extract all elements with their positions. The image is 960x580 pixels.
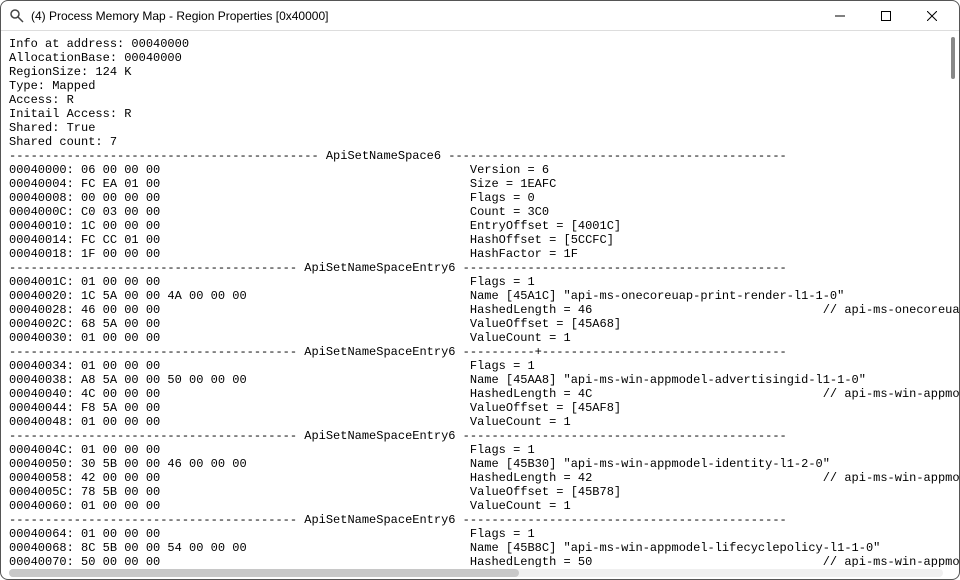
horizontal-scrollbar-thumb[interactable] — [9, 569, 519, 577]
vertical-scrollbar-thumb[interactable] — [951, 37, 955, 79]
window-title: (4) Process Memory Map - Region Properti… — [31, 9, 817, 23]
minimize-button[interactable] — [817, 2, 863, 30]
content-viewport[interactable]: Info at address: 00040000 AllocationBase… — [1, 31, 959, 567]
app-icon — [9, 8, 25, 24]
memory-dump-text[interactable]: Info at address: 00040000 AllocationBase… — [1, 31, 959, 567]
maximize-button[interactable] — [863, 2, 909, 30]
close-button[interactable] — [909, 2, 955, 30]
window-buttons — [817, 2, 955, 30]
titlebar[interactable]: (4) Process Memory Map - Region Properti… — [1, 1, 959, 31]
